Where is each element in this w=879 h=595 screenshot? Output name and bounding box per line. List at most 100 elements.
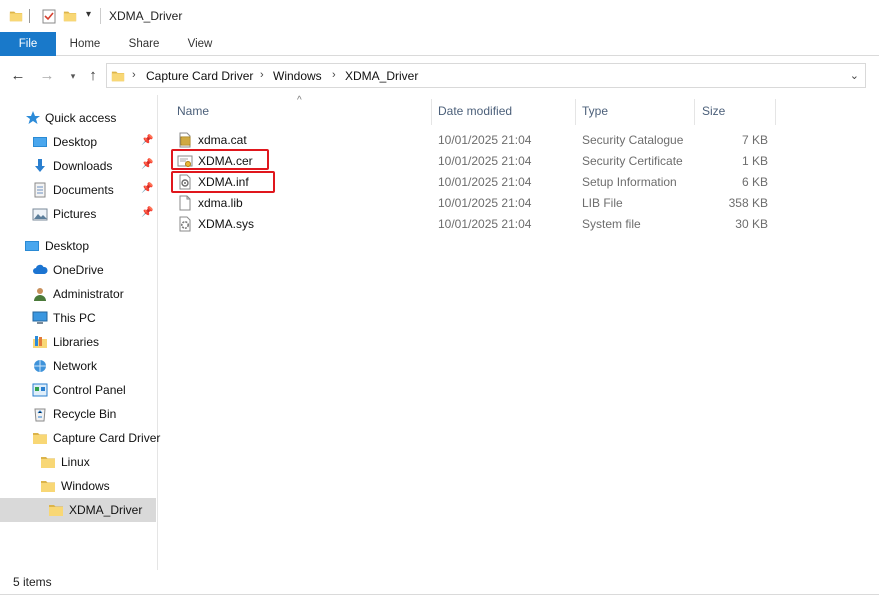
nav-item-onedrive[interactable]: OneDrive <box>0 258 156 282</box>
file-date: 10/01/2025 21:04 <box>438 154 532 168</box>
column-header-label: Type <box>582 104 609 118</box>
file-type: System file <box>582 217 641 231</box>
nav-item-downloads[interactable]: Downloads 📌 <box>0 154 156 178</box>
column-header-type[interactable]: Type <box>576 95 694 125</box>
customize-qat-icon[interactable]: ▾ <box>86 9 91 20</box>
documents-icon <box>34 182 46 198</box>
folder-icon <box>32 430 48 446</box>
column-header-label: Name <box>177 104 210 118</box>
properties-icon[interactable] <box>41 8 57 24</box>
nav-item-windows[interactable]: Windows <box>0 474 156 498</box>
nav-item-libraries[interactable]: Libraries <box>0 330 156 354</box>
file-name: xdma.cat <box>198 133 247 147</box>
star-icon <box>26 111 40 124</box>
user-icon <box>34 288 46 301</box>
pin-icon: 📌 <box>141 159 154 170</box>
nav-item-administrator[interactable]: Administrator <box>0 282 156 306</box>
nav-item-xdma-driver[interactable]: XDMA_Driver <box>0 498 156 522</box>
item-count: 5 items <box>13 575 52 589</box>
qat-separator <box>29 9 30 23</box>
column-header-size[interactable]: Size <box>695 95 775 125</box>
breadcrumb-separator-icon[interactable]: › <box>260 69 264 81</box>
nav-item-label: Control Panel <box>53 383 126 397</box>
up-arrow-icon[interactable]: ↑ <box>84 67 102 85</box>
nav-item-label: Administrator <box>53 287 124 301</box>
tab-file[interactable]: File <box>0 32 56 56</box>
system-file-icon <box>179 216 191 232</box>
back-arrow-icon[interactable]: ← <box>9 67 27 85</box>
ribbon-tabs: File Home Share View <box>0 32 879 56</box>
status-bar: 5 items <box>0 570 879 595</box>
nav-item-desktop-pinned[interactable]: Desktop 📌 <box>0 130 156 154</box>
nav-item-label: Desktop <box>45 239 90 253</box>
pc-icon <box>32 311 48 324</box>
recycle-bin-icon <box>34 408 46 422</box>
nav-item-linux[interactable]: Linux <box>0 450 156 474</box>
control-panel-icon <box>32 383 48 397</box>
navigation-pane: Quick access Desktop 📌 Downloads 📌 Docum… <box>0 95 160 570</box>
file-row-xdma-lib[interactable]: xdma.lib 10/01/2025 21:04 LIB File 358 K… <box>169 192 769 213</box>
file-list: ^ Name Date modified Type Size xdma.cat … <box>159 95 879 570</box>
pin-icon: 📌 <box>141 135 154 146</box>
title-separator <box>100 8 101 24</box>
nav-item-label: Linux <box>61 455 90 469</box>
network-icon <box>34 360 46 372</box>
file-name: XDMA.sys <box>198 217 255 231</box>
recent-locations-icon[interactable]: ▾ <box>64 67 82 85</box>
nav-item-capture-card-driver[interactable]: Capture Card Driver <box>0 426 160 450</box>
nav-item-label: Capture Card Driver <box>53 431 161 445</box>
nav-item-documents[interactable]: Documents 📌 <box>0 178 156 202</box>
nav-item-label: Network <box>53 359 98 373</box>
address-dropdown-icon[interactable]: ⌄ <box>850 69 859 82</box>
file-row-xdma-cat[interactable]: xdma.cat 10/01/2025 21:04 Security Catal… <box>169 129 769 150</box>
nav-item-network[interactable]: Network <box>0 354 156 378</box>
address-bar[interactable]: › Capture Card Driver › Windows › XDMA_D… <box>106 63 866 88</box>
nav-item-desktop[interactable]: Desktop <box>0 234 156 258</box>
nav-item-label: Recycle Bin <box>53 407 117 421</box>
pin-icon: 📌 <box>141 183 154 194</box>
new-folder-icon[interactable] <box>63 8 77 24</box>
desktop-icon <box>33 137 47 147</box>
nav-item-pictures[interactable]: Pictures 📌 <box>0 202 156 226</box>
file-type: LIB File <box>582 196 623 210</box>
tab-home[interactable]: Home <box>62 32 108 56</box>
nav-item-label: XDMA_Driver <box>69 503 143 517</box>
nav-item-label: Windows <box>61 479 110 493</box>
column-header-name[interactable]: Name <box>169 95 431 125</box>
folder-icon <box>111 69 125 83</box>
breadcrumb-separator-icon[interactable]: › <box>132 69 136 81</box>
pictures-icon <box>32 208 48 221</box>
breadcrumb-capture-card-driver[interactable]: Capture Card Driver <box>146 69 253 83</box>
file-size: 358 KB <box>728 196 768 210</box>
breadcrumb-xdma-driver[interactable]: XDMA_Driver <box>345 69 418 83</box>
forward-arrow-icon[interactable]: → <box>38 67 56 85</box>
nav-item-control-panel[interactable]: Control Panel <box>0 378 156 402</box>
file-size: 7 KB <box>741 133 768 147</box>
nav-item-label: OneDrive <box>53 263 104 277</box>
blank-file-icon <box>177 195 193 211</box>
download-icon <box>35 159 45 172</box>
nav-item-quick-access[interactable]: Quick access <box>0 106 156 130</box>
file-date: 10/01/2025 21:04 <box>438 133 532 147</box>
column-divider[interactable] <box>775 99 776 125</box>
tab-share[interactable]: Share <box>122 32 166 56</box>
pin-icon: 📌 <box>141 207 154 218</box>
nav-item-label: Downloads <box>53 159 113 173</box>
breadcrumb-windows[interactable]: Windows <box>273 69 322 83</box>
column-header-date[interactable]: Date modified <box>432 95 575 125</box>
highlight-box-cer <box>171 149 269 170</box>
nav-item-label: Quick access <box>45 111 117 125</box>
file-size: 1 KB <box>741 154 768 168</box>
breadcrumb-separator-icon[interactable]: › <box>332 69 336 81</box>
nav-item-label: Desktop <box>53 135 98 149</box>
file-date: 10/01/2025 21:04 <box>438 217 532 231</box>
nav-item-recycle-bin[interactable]: Recycle Bin <box>0 402 156 426</box>
file-name: xdma.lib <box>198 196 243 210</box>
column-header-label: Date modified <box>438 104 513 118</box>
tab-view[interactable]: View <box>180 32 220 56</box>
file-type: Security Certificate <box>582 154 683 168</box>
nav-item-this-pc[interactable]: This PC <box>0 306 156 330</box>
file-row-xdma-sys[interactable]: XDMA.sys 10/01/2025 21:04 System file 30… <box>169 213 769 234</box>
folder-icon[interactable] <box>9 8 23 24</box>
nav-item-label: Pictures <box>53 207 97 221</box>
